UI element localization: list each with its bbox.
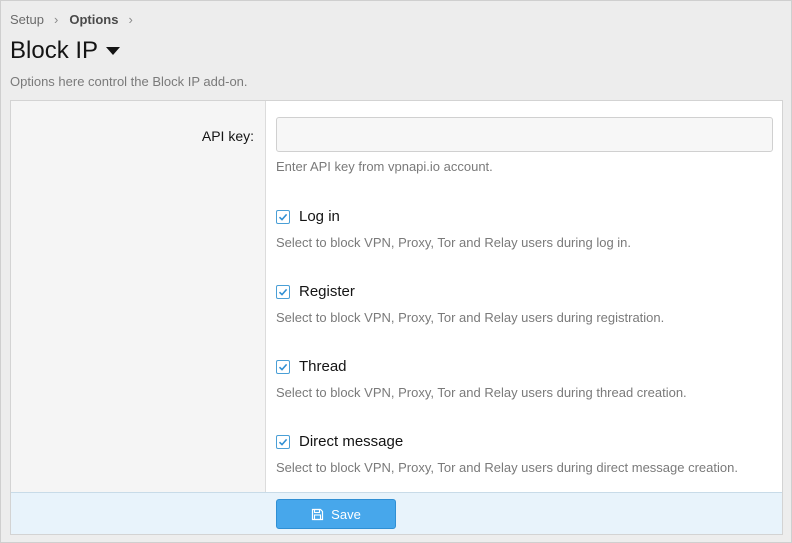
breadcrumb-setup[interactable]: Setup [10, 12, 44, 27]
page-title-text: Block IP [10, 37, 99, 64]
form-footer: Save [11, 492, 782, 534]
register-checkbox[interactable] [276, 284, 290, 299]
option-thread[interactable]: Thread [276, 358, 347, 375]
thread-hint: Select to block VPN, Proxy, Tor and Rela… [276, 385, 687, 400]
caret-down-icon[interactable] [106, 47, 121, 55]
option-login[interactable]: Log in [276, 208, 340, 225]
app-frame: Setup › Options › Block IP Options here … [0, 0, 792, 543]
option-register[interactable]: Register [276, 283, 355, 300]
direct-message-hint: Select to block VPN, Proxy, Tor and Rela… [276, 460, 738, 475]
page-description: Options here control the Block IP add-on… [10, 74, 248, 89]
register-hint: Select to block VPN, Proxy, Tor and Rela… [276, 310, 665, 325]
chevron-right-icon: › [53, 12, 59, 27]
login-label[interactable]: Log in [299, 208, 340, 225]
register-label[interactable]: Register [299, 283, 355, 300]
save-button[interactable]: Save [276, 499, 396, 529]
options-panel: API key: Enter API key from vpnapi.io ac… [10, 100, 783, 535]
thread-label[interactable]: Thread [299, 358, 347, 375]
breadcrumb: Setup › Options › [10, 12, 144, 27]
thread-checkbox[interactable] [276, 359, 290, 374]
check-icon [278, 363, 288, 371]
breadcrumb-options[interactable]: Options [69, 12, 118, 27]
direct-message-label[interactable]: Direct message [299, 433, 403, 450]
option-direct-message[interactable]: Direct message [276, 433, 403, 450]
page-title[interactable]: Block IP [10, 37, 121, 65]
api-key-label: API key: [201, 128, 254, 144]
direct-message-checkbox[interactable] [276, 434, 290, 449]
check-icon [278, 438, 288, 446]
chevron-right-icon: › [128, 12, 133, 27]
save-button-label: Save [331, 506, 361, 522]
api-key-hint: Enter API key from vpnapi.io account. [276, 159, 493, 174]
check-icon [278, 213, 288, 221]
login-checkbox[interactable] [276, 209, 290, 224]
login-hint: Select to block VPN, Proxy, Tor and Rela… [276, 235, 632, 250]
label-column: API key: [11, 101, 266, 492]
save-icon [311, 508, 324, 521]
check-icon [278, 288, 288, 296]
api-key-input[interactable] [276, 117, 773, 152]
